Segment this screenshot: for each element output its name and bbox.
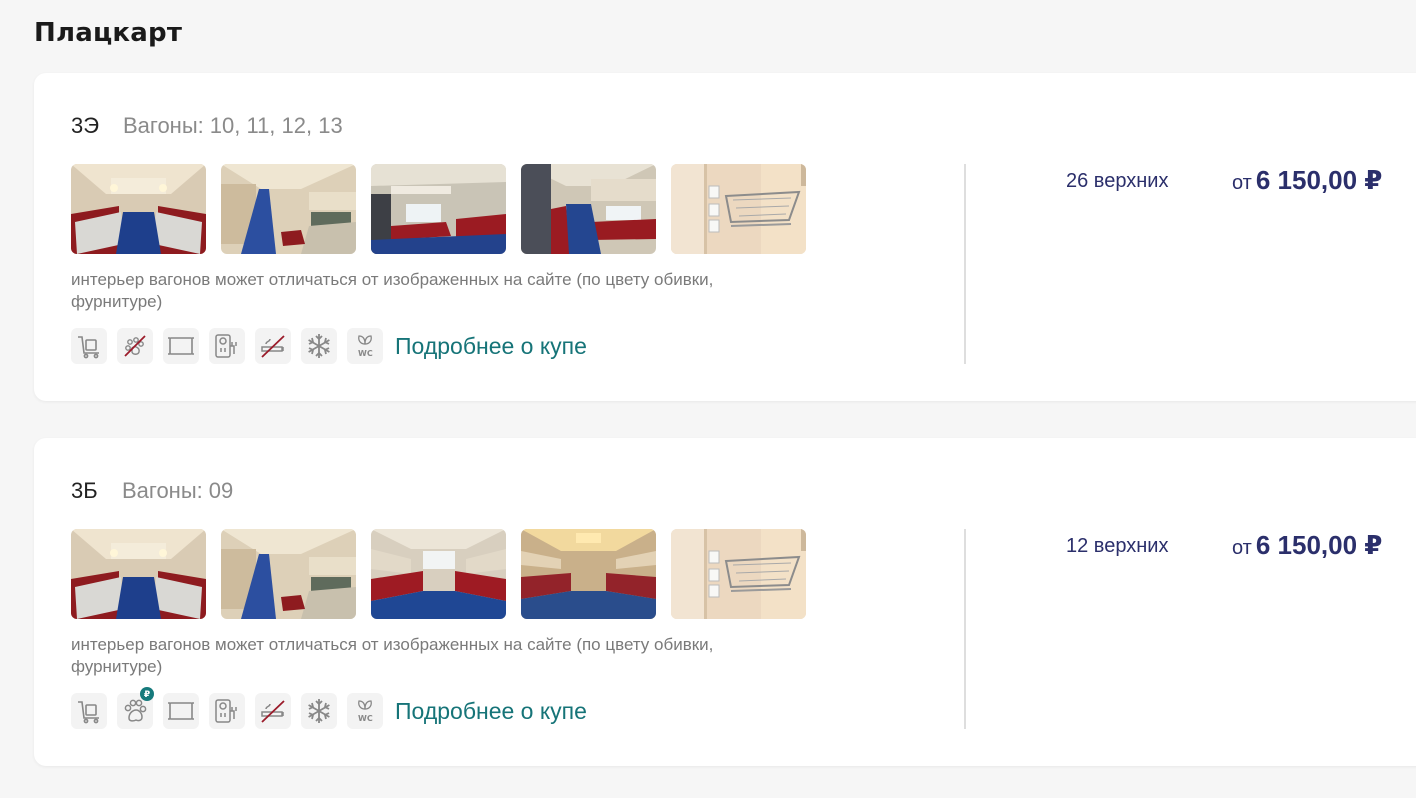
card-divider (964, 164, 966, 364)
interior-photo-luggage-rack[interactable] (671, 164, 806, 254)
pets-allowed-icon[interactable]: ₽ (117, 687, 154, 729)
bed-linen-icon[interactable] (163, 328, 199, 364)
price-from-label: от (1232, 537, 1252, 559)
compartment-details-link[interactable]: Подробнее о купе (395, 698, 587, 725)
wagons-label: Вагоны: (122, 478, 203, 503)
interior-photo-luggage-rack[interactable] (671, 529, 806, 619)
air-conditioning-icon[interactable] (301, 328, 337, 364)
car-option-card: 3Б Вагоны: 09 интерьер вагонов может отл… (34, 438, 1416, 766)
power-outlet-icon[interactable] (209, 328, 245, 364)
interior-photo-berths[interactable] (71, 164, 206, 254)
car-class-code: 3Б (71, 478, 98, 503)
wagons-numbers: 10, 11, 12, 13 (209, 113, 343, 138)
luggage-cart-icon[interactable] (71, 328, 107, 364)
price-from-label: от (1232, 172, 1252, 194)
svg-text:WC: WC (358, 349, 373, 358)
eco-wc-icon[interactable]: WC (347, 328, 383, 364)
interior-photos (71, 164, 806, 254)
price-button[interactable]: от 6 150,00 ₽ (1232, 530, 1382, 561)
car-option-card: 3Э Вагоны: 10, 11, 12, 13 интерьер вагон… (34, 73, 1416, 401)
no-pets-icon[interactable] (117, 328, 153, 364)
amenities-row: WC Подробнее о купе (71, 328, 587, 364)
power-outlet-icon[interactable] (209, 693, 245, 729)
svg-text:WC: WC (358, 714, 373, 723)
section-title: Плацкарт (34, 18, 183, 48)
eco-wc-icon[interactable]: WC (347, 693, 383, 729)
wagons-label: Вагоны: (123, 113, 204, 138)
price-button[interactable]: от 6 150,00 ₽ (1232, 165, 1382, 196)
amenities-row: ₽ WC Подробнее о купе (71, 687, 587, 729)
interior-photo-side-berths[interactable] (371, 164, 506, 254)
wagons-info: Вагоны: 10, 11, 12, 13 (123, 113, 343, 139)
seats-available[interactable]: 26 верхних (1066, 170, 1168, 193)
no-smoking-icon[interactable] (255, 693, 291, 729)
interior-photo-corridor[interactable] (221, 529, 356, 619)
interior-photos (71, 529, 806, 619)
card-divider (964, 529, 966, 729)
interior-disclaimer: интерьер вагонов может отличаться от изо… (71, 635, 714, 676)
no-smoking-icon[interactable] (255, 328, 291, 364)
seats-available[interactable]: 12 верхних (1066, 535, 1168, 558)
paid-badge: ₽ (140, 687, 154, 701)
air-conditioning-icon[interactable] (301, 693, 337, 729)
interior-photo-compartment-warm[interactable] (521, 529, 656, 619)
interior-photo-berths[interactable] (71, 529, 206, 619)
price-value: 6 150,00 ₽ (1255, 530, 1383, 560)
interior-photo-corridor-wide[interactable] (521, 164, 656, 254)
bed-linen-icon[interactable] (163, 693, 199, 729)
interior-photo-compartment[interactable] (371, 529, 506, 619)
luggage-cart-icon[interactable] (71, 693, 107, 729)
wagons-numbers: 09 (208, 478, 234, 503)
price-value: 6 150,00 ₽ (1255, 165, 1383, 195)
interior-disclaimer: интерьер вагонов может отличаться от изо… (71, 270, 714, 311)
wagons-info: Вагоны: 09 (122, 478, 233, 504)
compartment-details-link[interactable]: Подробнее о купе (395, 333, 587, 360)
car-class-code: 3Э (71, 113, 100, 138)
interior-photo-corridor[interactable] (221, 164, 356, 254)
